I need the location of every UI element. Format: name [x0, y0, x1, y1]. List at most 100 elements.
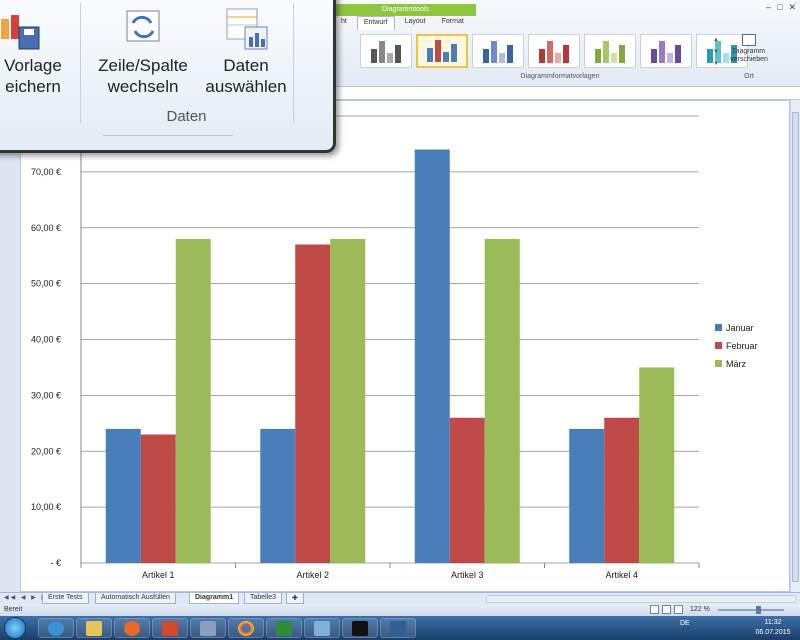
language-indicator[interactable]: DE [680, 620, 690, 627]
bar-märz-2[interactable] [330, 238, 366, 564]
close-button[interactable]: ✕ [788, 2, 796, 13]
bar-januar-4[interactable] [569, 428, 605, 563]
y-tick-label: 60,00 € [31, 223, 61, 233]
legend-swatch [715, 342, 722, 349]
tab-format[interactable]: Format [436, 16, 470, 30]
taskbar-ie[interactable] [38, 618, 74, 638]
zoom-slider[interactable] [718, 609, 784, 611]
minimize-button[interactable]: – [766, 2, 771, 13]
chart-style-4[interactable] [528, 34, 580, 68]
chart-style-2[interactable] [416, 34, 468, 68]
horizontal-scrollbar[interactable] [486, 595, 796, 603]
taskbar-app[interactable] [304, 618, 340, 638]
chart-style-5[interactable] [584, 34, 636, 68]
page-break-view-icon[interactable] [674, 605, 683, 614]
bar-januar-2[interactable] [260, 428, 296, 563]
style-thumb-bar [619, 45, 625, 63]
style-thumb-bar [667, 53, 673, 63]
zoom-slider-knob[interactable] [756, 606, 761, 614]
legend-label[interactable]: Januar [726, 323, 754, 333]
normal-view-icon[interactable] [650, 605, 659, 614]
y-tick-label: 10,00 € [31, 502, 61, 512]
console-icon [352, 621, 368, 636]
y-tick-label: 70,00 € [31, 167, 61, 177]
bar-februar-4[interactable] [604, 417, 640, 563]
chart-style-3[interactable] [472, 34, 524, 68]
sheet-tab-erste-tests[interactable]: Erste Tests [42, 593, 89, 604]
zoom-level[interactable]: 122 % [690, 606, 710, 613]
x-tick-label: Artikel 1 [142, 570, 175, 580]
style-thumb-bar [507, 45, 513, 63]
select-data-button[interactable]: Daten auswählen [196, 5, 296, 97]
bar-märz-3[interactable] [484, 238, 520, 564]
scissors-icon [200, 621, 216, 636]
style-thumb-bar [427, 48, 433, 62]
tab-layout[interactable]: Layout [399, 16, 432, 30]
clock[interactable]: 11:32 06.07.2015 [750, 618, 796, 638]
move-chart-button[interactable]: Diagramm verschieben [722, 34, 776, 64]
chart-sheet: - € 10,00 € 20,00 € 30,00 € 40,00 € 50,00 € 60… [20, 100, 790, 592]
gallery-scroll-arrows[interactable]: ▲ ▼ ▾ [712, 34, 720, 70]
bar-januar-1[interactable] [105, 428, 141, 563]
style-thumb-bar [483, 49, 489, 63]
chart[interactable]: - € 10,00 € 20,00 € 30,00 € 40,00 € 50,00 € 60… [21, 101, 791, 593]
save-template-button[interactable]: Vorlage eichern [0, 5, 73, 97]
bar-februar-1[interactable] [140, 434, 176, 563]
start-button[interactable] [4, 617, 26, 639]
legend-label[interactable]: März [726, 359, 746, 369]
style-thumb-bar [371, 49, 377, 63]
style-thumb-bar [387, 53, 393, 63]
taskbar-media[interactable] [114, 618, 150, 638]
ie-icon [48, 621, 64, 636]
group-divider [80, 3, 81, 123]
style-thumb-bar [499, 53, 505, 63]
chart-styles-gallery [360, 34, 748, 70]
sheet-tab-bar: ◀◀ ◀ ▶ ▶▶ Erste Tests Automatisch Ausfül… [0, 592, 800, 604]
bar-februar-3[interactable] [449, 417, 485, 563]
excel-icon [276, 621, 292, 636]
maximize-button[interactable]: □ [777, 2, 782, 13]
bar-februar-2[interactable] [295, 244, 331, 563]
save-template-label-2: eichern [5, 77, 61, 96]
taskbar-remote[interactable] [380, 618, 416, 638]
select-data-label-1: Daten [223, 56, 269, 75]
taskbar-windows7[interactable] [152, 618, 188, 638]
taskbar-tool[interactable] [190, 618, 226, 638]
legend-swatch [715, 324, 722, 331]
bar-märz-4[interactable] [639, 367, 675, 563]
sheet-tab-automatisch[interactable]: Automatisch Ausfüllen [95, 593, 176, 604]
tab-entwurf[interactable]: Entwurf [356, 16, 395, 30]
vertical-scrollbar[interactable] [790, 100, 800, 592]
windows-icon [162, 621, 178, 636]
vertical-scroll-thumb[interactable] [792, 112, 799, 582]
system-tray: DE [680, 620, 690, 627]
page-layout-view-icon[interactable] [662, 605, 671, 614]
y-tick-label: 30,00 € [31, 390, 61, 400]
taskbar-explorer[interactable] [76, 618, 112, 638]
taskbar-chrome[interactable] [228, 618, 264, 638]
taskbar-cmd[interactable] [342, 618, 378, 638]
style-thumb-bar [451, 44, 457, 62]
sheet-tab-diagramm1[interactable]: Diagramm1 [189, 593, 240, 604]
sheet-tab-tabelle3[interactable]: Tabelle3 [244, 593, 283, 604]
tab-partial[interactable]: ht [335, 16, 353, 30]
save-template-label-1: Vorlage [4, 56, 62, 75]
legend-label[interactable]: Februar [726, 341, 758, 351]
insert-sheet-icon[interactable]: ✚ [286, 593, 304, 604]
window-controls: – □ ✕ [766, 2, 796, 13]
chart-style-6[interactable] [640, 34, 692, 68]
style-thumb-bar [675, 45, 681, 63]
y-tick-label: 50,00 € [31, 279, 61, 289]
switch-row-column-button[interactable]: Zeile/Spalte wechseln [88, 5, 198, 97]
bar-märz-1[interactable] [175, 238, 211, 564]
y-tick-label: 20,00 € [31, 446, 61, 456]
switch-label-2: wechseln [107, 77, 179, 96]
media-icon [124, 621, 140, 636]
status-text: Bereit [4, 606, 23, 613]
bar-januar-3[interactable] [414, 149, 450, 563]
switch-row-column-icon [123, 5, 163, 51]
clock-time: 11:32 [764, 619, 782, 626]
taskbar-excel[interactable] [266, 618, 302, 638]
style-thumb-bar [379, 41, 385, 63]
chart-style-1[interactable] [360, 34, 412, 68]
